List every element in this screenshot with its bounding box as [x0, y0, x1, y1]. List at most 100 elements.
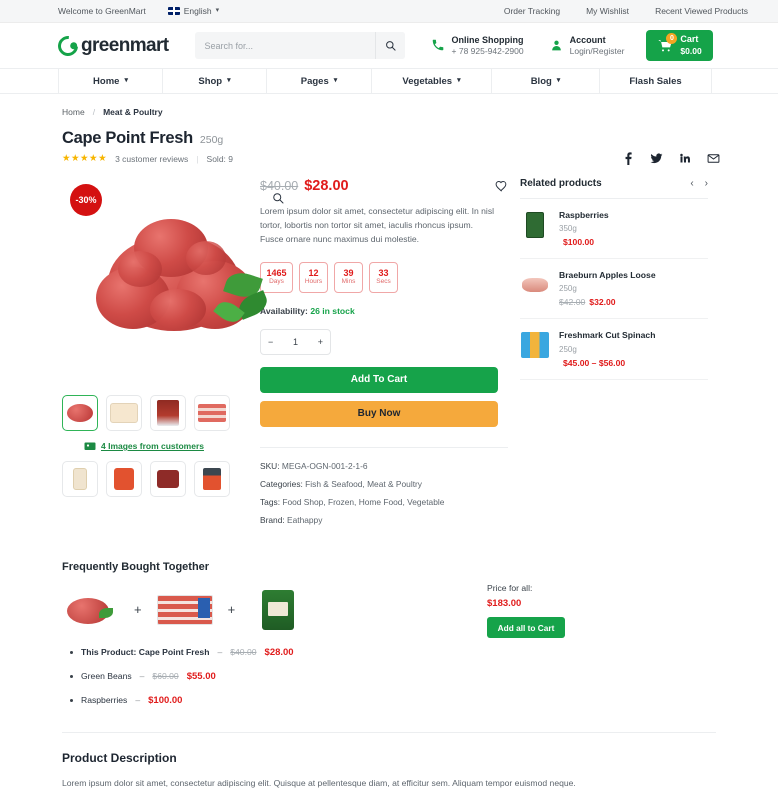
countdown-hours: 12 Hours: [299, 261, 328, 293]
fbt-image-3[interactable]: [249, 589, 307, 631]
fbt-item-name[interactable]: Raspberries: [81, 695, 127, 705]
fbt-old-price: $60.00: [152, 671, 179, 682]
related-product-info: Braeburn Apples Loose 250g $42.00 $32.00: [559, 270, 656, 307]
brand-line: Brand: Eathappy: [260, 515, 508, 525]
nav-label: Vegetables: [402, 75, 453, 87]
bullet-icon: [70, 650, 73, 654]
language-selector[interactable]: English ▾: [167, 6, 219, 16]
customer-thumbnail-4[interactable]: [194, 461, 230, 497]
search-box: [194, 32, 405, 59]
bullet-icon: [70, 674, 73, 678]
recent-viewed-products-link[interactable]: Recent Viewed Products: [655, 6, 748, 16]
thumbnail-3[interactable]: [150, 395, 186, 431]
order-tracking-link[interactable]: Order Tracking: [504, 6, 560, 16]
brand-value[interactable]: Eathappy: [287, 515, 322, 525]
nav-item-home[interactable]: Home ▾: [58, 69, 163, 93]
related-product-item[interactable]: Braeburn Apples Loose 250g $42.00 $32.00: [520, 259, 708, 320]
phone-label: Online Shopping: [451, 34, 524, 45]
customer-thumbnail-strip: [62, 461, 250, 497]
account-lines: Account Login/Register: [570, 34, 625, 58]
fbt-item-name[interactable]: This Product: Cape Point Fresh: [81, 647, 209, 657]
reviews-link[interactable]: 3 customer reviews: [115, 154, 188, 164]
related-product-item[interactable]: Raspberries 350g $100.00: [520, 199, 708, 260]
related-product-thumbnail: [520, 210, 550, 240]
facebook-icon[interactable]: [623, 152, 634, 165]
related-product-info: Freshmark Cut Spinach 250g $45.00 – $56.…: [559, 330, 655, 367]
main-product-image[interactable]: -30%: [62, 178, 302, 383]
thumbnail-2[interactable]: [106, 395, 142, 431]
nav-item-vegetables[interactable]: Vegetables ▾: [372, 69, 492, 93]
site-logo[interactable]: greenmart: [53, 31, 169, 60]
chevron-down-icon: ▾: [556, 76, 561, 84]
email-icon[interactable]: [707, 152, 720, 165]
related-product-weight: 350g: [559, 224, 577, 234]
fbt-list-item: Green Beans – $60.00 $55.00: [62, 671, 778, 682]
related-product-name: Freshmark Cut Spinach: [559, 330, 656, 341]
nav-label: Shop: [198, 75, 223, 87]
search-button[interactable]: [374, 32, 405, 59]
cart-button[interactable]: 0 Cart $0.00: [646, 30, 713, 61]
customer-thumbnail-1[interactable]: [62, 461, 98, 497]
fbt-new-price: $55.00: [186, 670, 216, 682]
fbt-image-1[interactable]: [62, 589, 120, 631]
product-description-body: Lorem ipsum dolor sit amet, consectetur …: [62, 777, 576, 788]
thumbnail-1[interactable]: [62, 395, 98, 431]
related-product-name: Braeburn Apples Loose: [559, 270, 656, 281]
nav-item-shop[interactable]: Shop ▾: [163, 69, 267, 93]
next-arrow-icon[interactable]: ›: [705, 178, 708, 189]
current-price: $28.00: [304, 178, 349, 194]
nav-item-flash-sales[interactable]: Flash Sales: [600, 69, 712, 93]
search-input[interactable]: [194, 40, 375, 51]
customer-images-link[interactable]: 4 Images from customers: [62, 441, 250, 451]
related-product-item[interactable]: Freshmark Cut Spinach 250g $45.00 – $56.…: [520, 319, 708, 380]
breadcrumb-home[interactable]: Home: [62, 107, 85, 117]
customer-thumbnail-3[interactable]: [150, 461, 186, 497]
customer-thumbnail-2[interactable]: [106, 461, 142, 497]
related-product-new-price: $32.00: [589, 297, 616, 308]
sold-count: Sold: 9: [206, 153, 233, 164]
zoom-icon[interactable]: [272, 192, 284, 204]
related-product-new-price: $45.00 – $56.00: [563, 357, 626, 368]
page-title: Cape Point Fresh: [62, 129, 193, 147]
nav-item-pages[interactable]: Pages ▾: [267, 69, 372, 93]
quantity-increment-button[interactable]: +: [318, 337, 323, 347]
twitter-icon[interactable]: [650, 152, 663, 165]
top-bar: Welcome to GreenMart English ▾ Order Tra…: [0, 0, 778, 23]
bullet-icon: [70, 698, 73, 702]
discount-badge: -30%: [70, 184, 102, 216]
my-wishlist-link[interactable]: My Wishlist: [586, 6, 629, 16]
fbt-item-name[interactable]: Green Beans: [81, 671, 132, 681]
price-for-all-value: $183.00: [487, 598, 522, 609]
prev-arrow-icon[interactable]: ‹: [690, 178, 693, 189]
phone-block[interactable]: Online Shopping + 78 925-942-2900: [431, 34, 524, 58]
account-block[interactable]: Account Login/Register: [550, 34, 625, 58]
fbt-dash: –: [217, 647, 223, 658]
linkedin-icon[interactable]: [679, 152, 691, 164]
countdown-label: Secs: [376, 278, 391, 286]
tags-value[interactable]: Food Shop, Frozen, Home Food, Vegetable: [282, 497, 444, 507]
product-weight: 250g: [199, 134, 224, 146]
meta-divider: |: [196, 153, 199, 164]
related-product-weight: 250g: [559, 344, 577, 354]
tags-line: Tags: Food Shop, Frozen, Home Food, Vege…: [260, 497, 508, 507]
categories-value[interactable]: Fish & Seafood, Meat & Poultry: [305, 479, 422, 489]
related-product-info: Raspberries 350g $100.00: [559, 210, 609, 247]
thumbnail-4[interactable]: [194, 395, 230, 431]
nav-label: Blog: [530, 75, 552, 87]
related-products-title: Related products: [520, 178, 602, 189]
add-all-to-cart-button[interactable]: Add all to Cart: [487, 617, 565, 638]
related-product-name: Raspberries: [559, 210, 609, 220]
share-icons: [623, 152, 720, 165]
related-products-header: Related products ‹ ›: [520, 178, 708, 199]
fbt-list-item: Raspberries – $100.00: [62, 695, 778, 706]
minced-meat-illustration: [90, 211, 275, 351]
chevron-down-icon: ▾: [227, 76, 231, 84]
phone-lines: Online Shopping + 78 925-942-2900: [452, 34, 524, 58]
cart-total: $0.00: [680, 45, 702, 56]
fbt-image-2[interactable]: [156, 589, 214, 631]
nav-item-blog[interactable]: Blog ▾: [492, 69, 600, 93]
buy-now-button[interactable]: Buy Now: [260, 400, 498, 427]
cart-label: Cart: [680, 34, 699, 45]
wishlist-heart-icon[interactable]: [495, 180, 508, 193]
frequently-bought-together: Frequently Bought Together + + This Prod…: [0, 533, 778, 706]
